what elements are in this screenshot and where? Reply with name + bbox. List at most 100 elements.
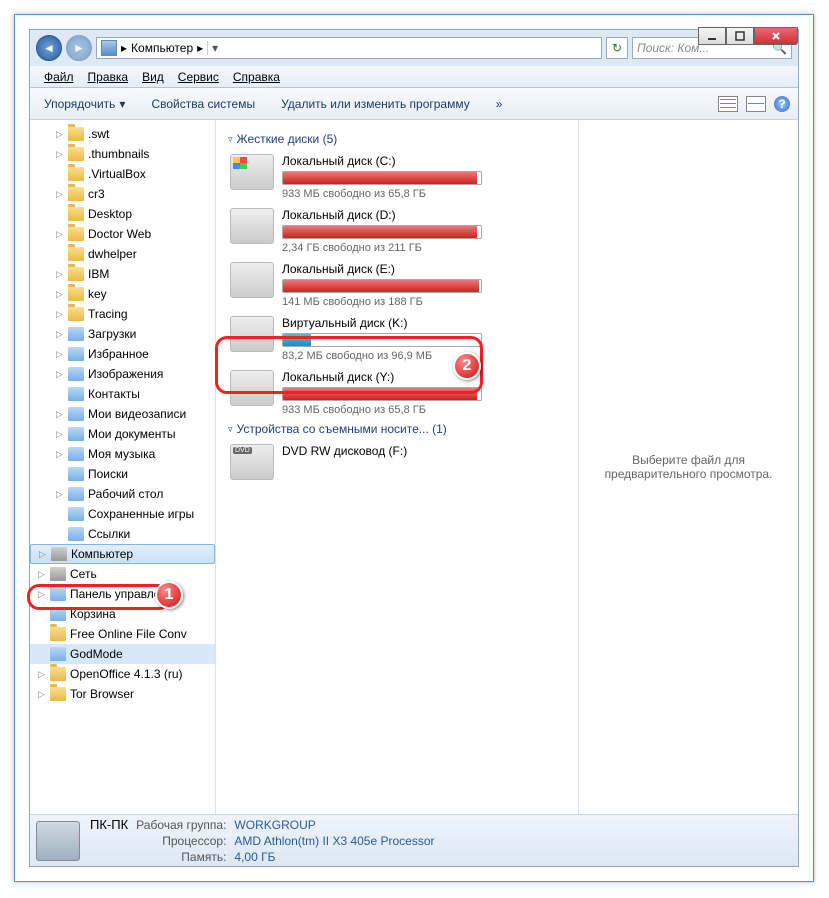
expand-icon[interactable]: ▷ — [39, 549, 49, 560]
expand-icon[interactable]: ▷ — [56, 189, 66, 200]
drive-локальный-диск-e-[interactable]: Локальный диск (E:)141 МБ свободно из 18… — [228, 260, 566, 310]
dvd-drive-icon — [230, 444, 274, 480]
tree-item-ссылки[interactable]: Ссылки — [30, 524, 215, 544]
address-bar[interactable]: ▸ Компьютер ▸ ▾ — [96, 37, 602, 59]
drive-локальный-диск-y-[interactable]: Локальный диск (Y:)933 МБ свободно из 65… — [228, 368, 566, 418]
tree-item-корзина[interactable]: Корзина — [30, 604, 215, 624]
tree-item-openoffice-4-1-3-ru-[interactable]: ▷OpenOffice 4.1.3 (ru) — [30, 664, 215, 684]
drive-name: DVD RW дисковод (F:) — [282, 444, 482, 458]
navigation-tree[interactable]: ▷.swt▷.thumbnails.VirtualBox▷cr3Desktop▷… — [30, 120, 216, 814]
tree-item--thumbnails[interactable]: ▷.thumbnails — [30, 144, 215, 164]
tree-item-избранное[interactable]: ▷Избранное — [30, 344, 215, 364]
preview-pane-button[interactable] — [746, 96, 766, 112]
tree-item-мои-видеозаписи[interactable]: ▷Мои видеозаписи — [30, 404, 215, 424]
minimize-button[interactable] — [698, 27, 726, 45]
folder-icon — [68, 207, 84, 221]
tree-label: cr3 — [88, 187, 105, 201]
organize-button[interactable]: Упорядочить ▾ — [38, 94, 131, 114]
group-removable[interactable]: ▿Устройства со съемными носите... (1) — [228, 422, 566, 436]
system-properties-button[interactable]: Свойства системы — [145, 94, 261, 114]
tree-item-изображения[interactable]: ▷Изображения — [30, 364, 215, 384]
tree-item-сеть[interactable]: ▷Сеть — [30, 564, 215, 584]
expand-icon[interactable]: ▷ — [56, 369, 66, 380]
expand-icon[interactable]: ▷ — [56, 429, 66, 440]
expand-icon[interactable]: ▷ — [56, 449, 66, 460]
uninstall-button[interactable]: Удалить или изменить программу — [275, 94, 476, 114]
tree-item--swt[interactable]: ▷.swt — [30, 124, 215, 144]
expand-icon[interactable]: ▷ — [38, 669, 48, 680]
menu-view[interactable]: Вид — [136, 68, 170, 86]
tree-item-doctor-web[interactable]: ▷Doctor Web — [30, 224, 215, 244]
expand-icon[interactable]: ▷ — [56, 269, 66, 280]
tree-item-мои-документы[interactable]: ▷Мои документы — [30, 424, 215, 444]
drive-usage-bar — [282, 171, 482, 185]
tree-item-tor-browser[interactable]: ▷ Tor Browser — [30, 684, 215, 704]
toolbar-overflow[interactable]: » — [490, 94, 509, 114]
drive-виртуальный-диск-k-[interactable]: Виртуальный диск (K:)83,2 МБ свободно из… — [228, 314, 566, 364]
tree-label: Tor Browser — [70, 687, 134, 701]
tree-item-поиски[interactable]: Поиски — [30, 464, 215, 484]
tree-item-desktop[interactable]: Desktop — [30, 204, 215, 224]
back-button[interactable]: ◄ — [36, 35, 62, 61]
tree-item-free-online-file-conv[interactable]: Free Online File Conv — [30, 624, 215, 644]
tree-item-key[interactable]: ▷key — [30, 284, 215, 304]
expand-icon[interactable]: ▷ — [38, 589, 48, 600]
drive-локальный-диск-d-[interactable]: Локальный диск (D:)2,34 ГБ свободно из 2… — [228, 206, 566, 256]
close-button[interactable] — [754, 27, 798, 45]
menu-edit[interactable]: Правка — [82, 68, 135, 86]
content-pane[interactable]: ▿Жесткие диски (5) Локальный диск (C:)93… — [216, 120, 578, 814]
folder-icon — [68, 507, 84, 521]
menu-tools[interactable]: Сервис — [172, 68, 225, 86]
tree-label: Моя музыка — [88, 447, 155, 461]
maximize-button[interactable] — [726, 27, 754, 45]
group-hard-disks[interactable]: ▿Жесткие диски (5) — [228, 132, 566, 146]
tree-item-панель-управления[interactable]: ▷Панель управления — [30, 584, 215, 604]
tree-item-dwhelper[interactable]: dwhelper — [30, 244, 215, 264]
forward-button[interactable]: ► — [66, 35, 92, 61]
tree-item-ibm[interactable]: ▷IBM — [30, 264, 215, 284]
tree-item-компьютер[interactable]: ▷ Компьютер — [30, 544, 215, 564]
address-sep2: ▸ — [197, 41, 203, 55]
address-dropdown-icon[interactable]: ▾ — [207, 41, 222, 55]
expand-icon[interactable]: ▷ — [56, 149, 66, 160]
tree-item-tracing[interactable]: ▷Tracing — [30, 304, 215, 324]
tree-item-сохраненные-игры[interactable]: Сохраненные игры — [30, 504, 215, 524]
cpu-value: AMD Athlon(tm) II X3 405e Processor — [234, 834, 434, 848]
tree-item-контакты[interactable]: Контакты — [30, 384, 215, 404]
outer-window-frame: ◄ ► ▸ Компьютер ▸ ▾ ↻ Поиск: Ком... 🔍 Фа… — [14, 14, 814, 882]
expand-icon[interactable]: ▷ — [56, 489, 66, 500]
drive-free-text: 141 МБ свободно из 188 ГБ — [282, 296, 482, 308]
drive-локальный-диск-c-[interactable]: Локальный диск (C:)933 МБ свободно из 65… — [228, 152, 566, 202]
expand-icon[interactable]: ▷ — [56, 409, 66, 420]
memory-value: 4,00 ГБ — [234, 850, 434, 864]
tree-item--virtualbox[interactable]: .VirtualBox — [30, 164, 215, 184]
expand-icon[interactable]: ▷ — [56, 309, 66, 320]
expand-icon[interactable]: ▷ — [56, 329, 66, 340]
expand-icon[interactable]: ▷ — [56, 229, 66, 240]
tree-item-рабочий-стол[interactable]: ▷Рабочий стол — [30, 484, 215, 504]
menu-help[interactable]: Справка — [227, 68, 286, 86]
refresh-button[interactable]: ↻ — [606, 37, 628, 59]
tree-item-моя-музыка[interactable]: ▷ Моя музыка — [30, 444, 215, 464]
folder-icon — [50, 627, 66, 641]
drive-free-text: 933 МБ свободно из 65,8 ГБ — [282, 404, 482, 416]
tree-item-загрузки[interactable]: ▷Загрузки — [30, 324, 215, 344]
tree-item-godmode[interactable]: GodMode — [30, 644, 215, 664]
hard-drive-icon — [230, 154, 274, 190]
expand-icon[interactable]: ▷ — [56, 129, 66, 140]
help-icon[interactable]: ? — [774, 96, 790, 112]
tree-item-cr3[interactable]: ▷ cr3 — [30, 184, 215, 204]
callout-badge-1: 1 — [155, 581, 183, 609]
workgroup-value: WORKGROUP — [234, 818, 434, 832]
callout-badge-2: 2 — [453, 352, 481, 380]
expand-icon[interactable]: ▷ — [38, 569, 48, 580]
menu-file[interactable]: Файл — [38, 68, 80, 86]
expand-icon[interactable]: ▷ — [56, 349, 66, 360]
folder-icon — [50, 687, 66, 701]
view-mode-button[interactable] — [718, 96, 738, 112]
expand-icon[interactable]: ▷ — [38, 689, 48, 700]
tree-label: Компьютер — [71, 547, 133, 561]
drive-dvd[interactable]: DVD RW дисковод (F:) — [228, 442, 566, 482]
expand-icon[interactable]: ▷ — [56, 289, 66, 300]
tree-label: dwhelper — [88, 247, 137, 261]
